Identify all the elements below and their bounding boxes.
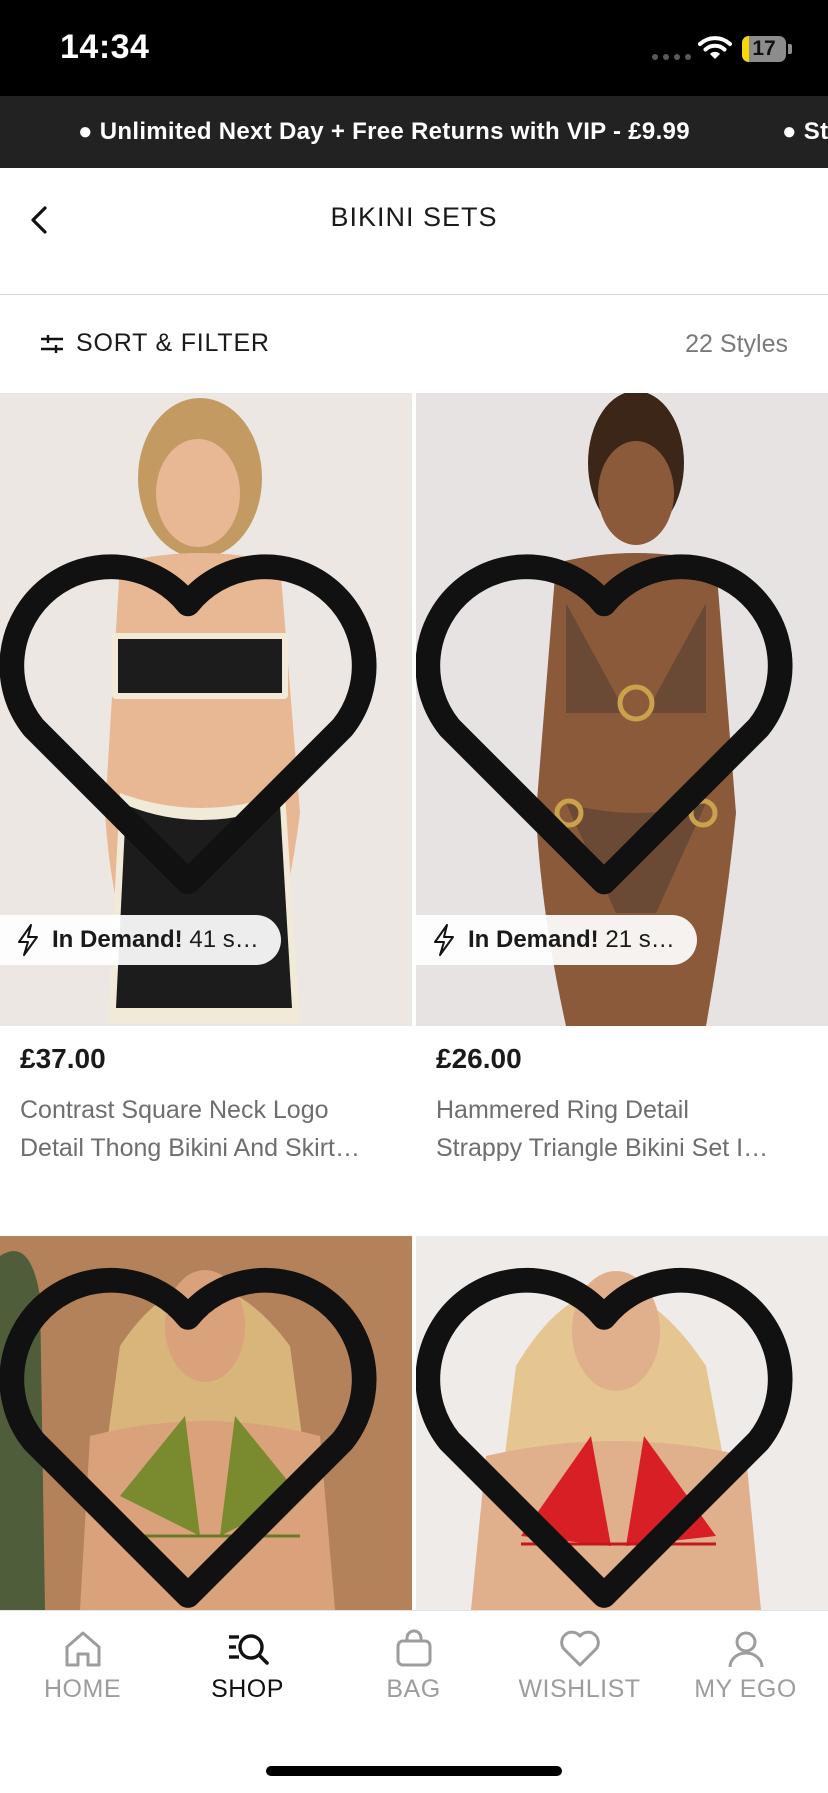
sliders-icon	[41, 334, 63, 353]
home-indicator	[266, 1766, 562, 1776]
tab-label: MY EGO	[694, 1675, 797, 1703]
product-card[interactable]	[416, 1236, 828, 1610]
lightning-icon	[18, 924, 38, 956]
tab-shop[interactable]: SHOP	[165, 1627, 330, 1704]
in-demand-badge: In Demand! 21 s…	[416, 915, 697, 965]
battery-icon: 17	[742, 36, 786, 62]
wifi-icon	[698, 36, 732, 59]
product-card[interactable]: In Demand! 41 s… £37.00 Contrast Square …	[0, 393, 412, 1162]
sort-filter-button[interactable]: SORT & FILTER	[40, 329, 270, 358]
status-bar: 14:34 17	[0, 0, 828, 96]
product-image[interactable]	[0, 1236, 412, 1610]
status-time: 14:34	[60, 28, 150, 66]
bag-icon	[396, 1629, 431, 1667]
battery-percentage: 17	[752, 37, 776, 60]
wishlist-heart-icon[interactable]	[416, 1254, 810, 1610]
promo-item[interactable]: ● St	[782, 118, 828, 146]
product-image[interactable]: In Demand! 41 s…	[0, 393, 412, 1026]
tab-wishlist[interactable]: WISHLIST	[497, 1627, 662, 1704]
in-demand-label: In Demand!	[468, 926, 599, 953]
product-card[interactable]: In Demand! 21 s… £26.00 Hammered Ring De…	[416, 393, 828, 1162]
tab-label: SHOP	[211, 1675, 284, 1703]
filter-bar: SORT & FILTER 22 Styles	[0, 295, 828, 393]
product-image[interactable]	[416, 1236, 828, 1610]
tab-home[interactable]: HOME	[0, 1627, 165, 1704]
tab-my-ego[interactable]: MY EGO	[663, 1627, 828, 1704]
heart-icon	[559, 1630, 600, 1667]
battery-nub	[788, 44, 792, 54]
in-demand-label: In Demand!	[52, 926, 183, 953]
product-price: £37.00	[20, 1043, 106, 1074]
styles-count: 22 Styles	[685, 330, 788, 358]
tab-bag[interactable]: BAG	[331, 1627, 496, 1704]
product-card[interactable]	[0, 1236, 412, 1610]
cellular-signal-icon	[652, 54, 691, 60]
in-demand-detail: 41 s…	[189, 926, 259, 953]
home-icon	[65, 1631, 100, 1667]
promo-banner[interactable]: ● Unlimited Next Day + Free Returns with…	[0, 96, 828, 168]
tab-label: BAG	[386, 1675, 441, 1703]
nav-header: BIKINI SETS	[0, 168, 828, 295]
promo-item[interactable]: ● Unlimited Next Day + Free Returns with…	[78, 118, 690, 146]
product-name[interactable]: Contrast Square Neck Logo Detail Thong B…	[20, 1091, 398, 1167]
in-demand-detail: 21 s…	[605, 926, 675, 953]
lightning-icon	[434, 924, 454, 956]
sort-filter-label: SORT & FILTER	[76, 329, 270, 357]
wishlist-heart-icon[interactable]	[0, 1254, 394, 1610]
in-demand-badge: In Demand! 41 s…	[0, 915, 281, 965]
tab-label: WISHLIST	[518, 1675, 641, 1703]
search-icon	[228, 1634, 269, 1665]
profile-icon	[728, 1631, 763, 1668]
product-name[interactable]: Hammered Ring Detail Strappy Triangle Bi…	[436, 1091, 814, 1167]
page-title: BIKINI SETS	[330, 202, 498, 232]
product-price: £26.00	[436, 1043, 522, 1074]
tab-label: HOME	[44, 1675, 121, 1703]
product-image[interactable]: In Demand! 21 s…	[416, 393, 828, 1026]
